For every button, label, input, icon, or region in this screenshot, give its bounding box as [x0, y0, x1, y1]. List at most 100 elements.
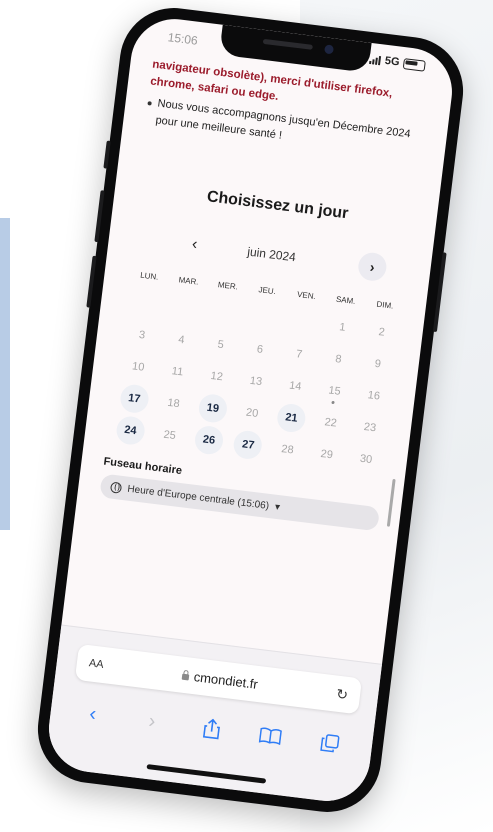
calendar-day: 7: [279, 336, 320, 372]
empty-day: [125, 285, 166, 321]
empty-day: [204, 295, 245, 331]
available-day[interactable]: 24: [110, 412, 151, 448]
calendar-day: 16: [353, 378, 394, 414]
calendar-day: 10: [118, 349, 159, 385]
empty-day: [165, 290, 206, 326]
day-number: 27: [232, 429, 264, 461]
empty-day: [243, 300, 284, 336]
day-number: 26: [193, 424, 225, 456]
day-number: 3: [138, 328, 146, 342]
day-number: 23: [363, 420, 377, 435]
calendar-title: Choisissez un jour: [206, 188, 350, 223]
bookmarks-icon: [259, 727, 283, 746]
background-accent-panel: [0, 218, 10, 530]
url-display[interactable]: cmondiet.fr: [181, 667, 259, 691]
reload-icon[interactable]: ↻: [335, 685, 349, 703]
calendar-day: 3: [121, 317, 162, 353]
month-label: juin 2024: [246, 244, 297, 265]
forward-icon: ›: [147, 709, 157, 733]
calendar-day: 9: [357, 346, 398, 382]
available-day[interactable]: 26: [188, 422, 229, 458]
scroll-indicator[interactable]: [386, 478, 396, 527]
signal-icon: [369, 54, 382, 65]
day-number: 15: [327, 384, 342, 398]
home-indicator: [145, 763, 266, 784]
chevron-left-icon: ‹: [191, 235, 199, 254]
available-day[interactable]: 21: [271, 400, 312, 436]
day-number: 28: [280, 443, 295, 457]
calendar-grid: LUN. MAR. MER. JEU. VEN. SAM. DIM. 1 2 3 4 5 6 7 8 9 10 1…: [106, 263, 409, 478]
status-indicators: 5G: [369, 53, 426, 72]
calendar-day: 30: [345, 441, 386, 477]
page-content: navigateur obsolète), merci d'utiliser f…: [99, 57, 434, 532]
previous-month-button[interactable]: ‹: [179, 229, 210, 260]
calendar-day: 22: [310, 405, 351, 441]
day-number: 10: [131, 360, 145, 374]
calendar-day: 6: [239, 332, 280, 368]
day-number: 20: [245, 406, 259, 420]
day-number: 2: [377, 326, 386, 339]
calendar-day: 4: [161, 322, 202, 358]
calendar-day: 11: [157, 354, 198, 390]
timezone-value: Heure d'Europe centrale (15:06): [126, 483, 270, 512]
day-number: 9: [373, 357, 382, 371]
day-number: 16: [367, 389, 381, 403]
calendar-day: 12: [196, 358, 237, 394]
share-icon: [202, 718, 220, 740]
calendar-day: 20: [232, 395, 273, 431]
day-number: 19: [197, 392, 229, 424]
day-number: 21: [275, 402, 307, 434]
day-number: 13: [249, 374, 263, 389]
calendar-day: 5: [200, 327, 241, 363]
bookmarks-button[interactable]: [249, 720, 292, 753]
available-day[interactable]: 27: [228, 427, 269, 463]
text-size-button[interactable]: AA: [88, 657, 104, 671]
calendar-day: 2: [361, 314, 402, 350]
day-number: 4: [177, 333, 186, 347]
calendar-day: 14: [275, 368, 316, 404]
back-button[interactable]: ‹: [71, 698, 114, 731]
day-number: 22: [323, 416, 338, 430]
lock-icon: [181, 673, 190, 681]
day-number: 17: [118, 383, 150, 415]
day-number: 25: [162, 428, 177, 443]
share-button[interactable]: [190, 712, 233, 745]
calendar-day: 15: [314, 373, 355, 409]
calendar-day: 13: [235, 363, 276, 399]
day-number: 8: [334, 353, 343, 366]
day-number: 6: [256, 343, 264, 357]
globe-icon: [109, 481, 123, 494]
calendar-day: 18: [153, 385, 194, 421]
calendar-day: 1: [322, 309, 363, 345]
calendar-day: 23: [349, 410, 390, 446]
network-label: 5G: [384, 54, 401, 69]
available-day[interactable]: 19: [192, 390, 233, 426]
chevron-right-icon: ›: [369, 258, 376, 276]
day-number: 18: [166, 396, 181, 411]
day-number: 12: [209, 369, 224, 384]
empty-day: [282, 305, 323, 341]
calendar-day: 29: [306, 436, 347, 472]
day-number: 14: [288, 379, 303, 393]
url-text: cmondiet.fr: [193, 668, 259, 692]
day-number: 5: [216, 338, 225, 352]
calendar-day: 8: [318, 341, 359, 377]
tabs-icon: [320, 734, 340, 753]
day-number: 30: [359, 452, 373, 467]
battery-icon: [402, 57, 426, 72]
bullet-dot-icon: [147, 101, 152, 106]
status-time: 15:06: [166, 30, 199, 48]
available-day[interactable]: 17: [114, 381, 155, 417]
back-icon: ‹: [88, 702, 98, 725]
tabs-button[interactable]: [308, 727, 351, 760]
camera: [323, 44, 334, 55]
speaker: [262, 38, 313, 50]
caret-down-icon: ▾: [274, 501, 281, 513]
day-number: 11: [171, 365, 184, 379]
next-month-button[interactable]: ›: [356, 251, 388, 283]
day-number: 1: [338, 321, 347, 334]
calendar-day: 25: [149, 417, 190, 453]
forward-button[interactable]: ›: [131, 705, 174, 738]
day-number: 29: [319, 447, 334, 462]
day-number: 24: [114, 414, 146, 447]
